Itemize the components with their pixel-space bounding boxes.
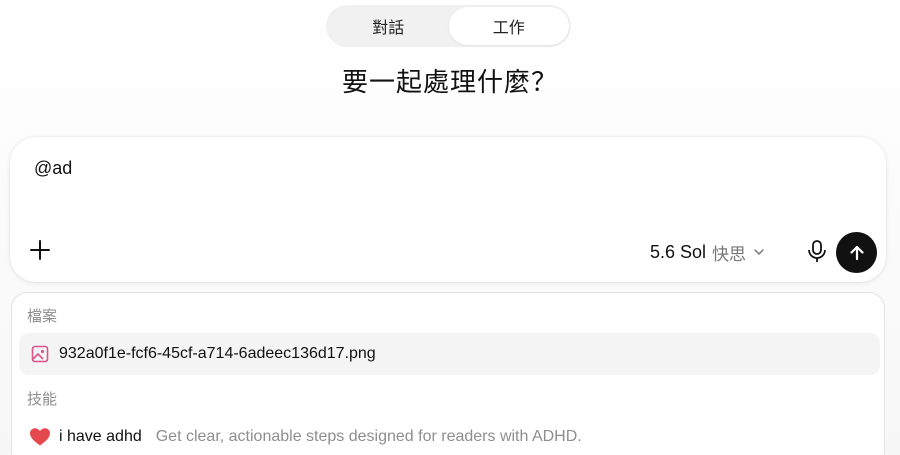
skill-name: i have adhd — [59, 428, 142, 445]
mode-toggle: 對話 工作 — [326, 5, 571, 47]
send-button[interactable] — [836, 232, 877, 273]
app-root: 對話 工作 要一起處理什麼？ 5.6 Sol 快思 — [0, 0, 900, 455]
skills-section-label: 技能 — [27, 391, 58, 408]
model-mode: 快思 — [712, 244, 747, 264]
model-selector[interactable]: 5.6 Sol 快思 — [650, 238, 766, 266]
file-name: 932a0f1e-fcf6-45cf-a714-6adeec136d17.png — [59, 345, 376, 362]
tab-work[interactable]: 工作 — [448, 7, 569, 45]
skill-description: Get clear, actionable steps designed for… — [155, 428, 582, 445]
plus-icon — [30, 240, 50, 260]
chevron-down-icon — [754, 249, 764, 256]
file-suggestion-item[interactable]: 932a0f1e-fcf6-45cf-a714-6adeec136d17.png — [19, 333, 880, 375]
prompt-input[interactable] — [32, 157, 836, 180]
image-file-icon — [29, 343, 51, 365]
files-section-label: 檔案 — [27, 308, 58, 325]
mention-suggestions-panel: 檔案 932a0f1e-fcf6-45cf-a714-6adeec136d17.… — [11, 292, 885, 455]
model-name: 5.6 Sol — [650, 241, 707, 262]
heart-icon — [29, 426, 51, 448]
add-attachment-button[interactable] — [26, 236, 54, 264]
tab-chat[interactable]: 對話 — [328, 7, 449, 45]
composer: 5.6 Sol 快思 — [10, 137, 886, 282]
voice-input-button[interactable] — [804, 237, 830, 265]
microphone-icon — [808, 240, 826, 262]
arrow-up-icon — [849, 245, 864, 260]
page-title: 要一起處理什麼？ — [341, 67, 558, 97]
skill-suggestion-item[interactable]: i have adhd Get clear, actionable steps … — [19, 416, 880, 455]
